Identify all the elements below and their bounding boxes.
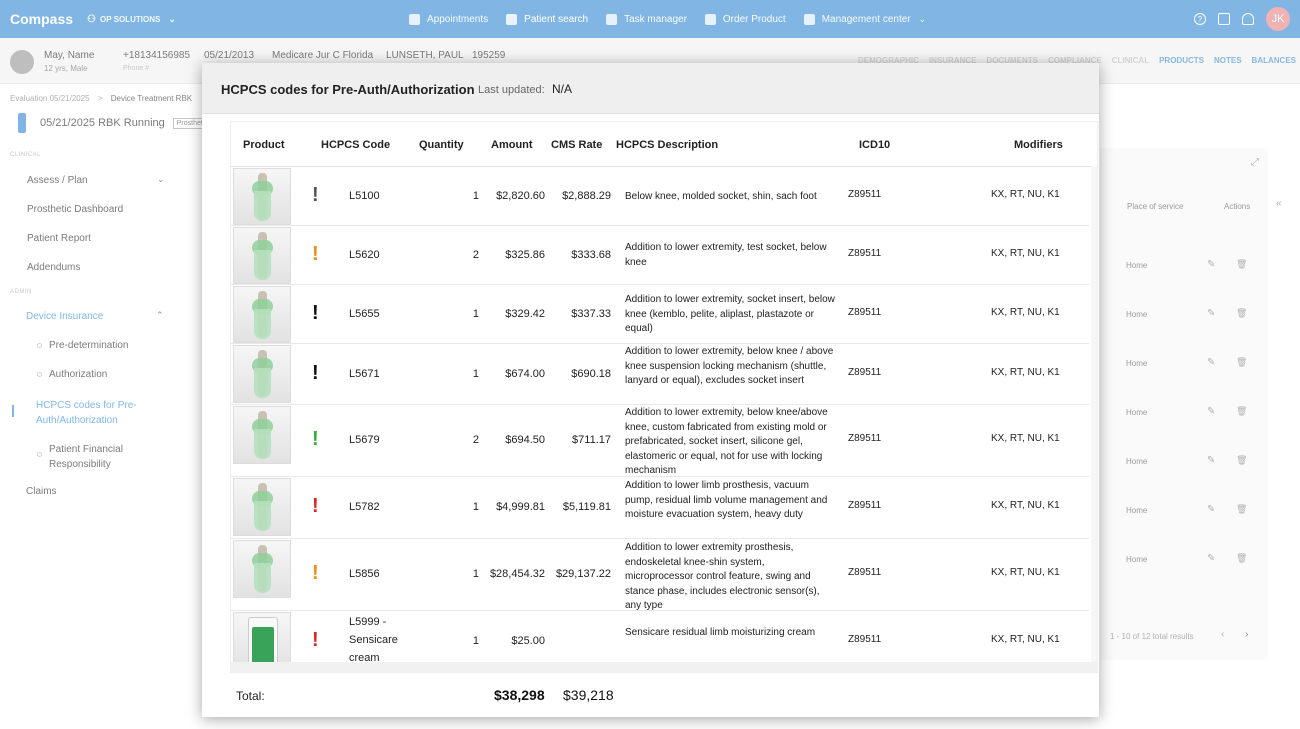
modifiers-cell: KX, RT, NU, K1 [991,634,1060,645]
col-product[interactable]: Product [243,139,285,151]
product-thumbnail[interactable] [233,168,291,225]
priority-flag-icon: ! [312,362,319,384]
amount-cell: $28,454.32 [489,568,545,580]
table-row[interactable]: ! L5782 1 $4,999.81 $5,119.81 Addition to low… [231,477,1089,539]
icd10-cell: Z89511 [848,248,882,259]
description-cell: Sensicare residual limb moisturizing cre… [625,627,816,638]
col-quantity[interactable]: Quantity [419,139,464,151]
description-cell: Addition to lower extremity, socket inse… [625,294,835,334]
quantity-cell: 1 [472,635,479,647]
modifiers-cell: KX, RT, NU, K1 [991,189,1060,200]
col-hcpcs-code[interactable]: HCPCS Code [321,139,390,151]
priority-flag-icon: ! [312,495,319,517]
quantity-cell: 1 [472,308,479,320]
priority-flag-icon: ! [312,302,319,324]
last-updated-value: N/A [552,82,573,96]
cms-rate-cell: $333.68 [571,249,611,261]
quantity-cell: 2 [472,434,479,446]
hcpcs-code-cell: L5100 [349,190,380,202]
priority-flag-icon: ! [312,629,319,651]
modifiers-cell: KX, RT, NU, K1 [991,433,1060,444]
total-cms-rate: $39,218 [563,687,614,703]
vertical-scrollbar[interactable] [1091,166,1097,666]
description-cell: Addition to lower extremity, test socket… [625,242,827,268]
amount-cell: $4,999.81 [496,501,545,513]
description-cell: Below knee, molded socket, shin, sach fo… [625,191,817,202]
table-row[interactable]: ! L5679 2 $694.50 $711.17 Addition to lower e… [231,405,1089,477]
amount-cell: $25.00 [511,635,545,647]
col-cms-rate[interactable]: CMS Rate [551,139,602,151]
priority-flag-icon: ! [312,243,319,265]
icd10-cell: Z89511 [848,307,882,318]
col-hcpcs-description[interactable]: HCPCS Description [616,139,718,151]
quantity-cell: 2 [472,249,479,261]
modifiers-cell: KX, RT, NU, K1 [991,500,1060,511]
priority-flag-icon: ! [312,562,319,584]
modifiers-cell: KX, RT, NU, K1 [991,367,1060,378]
hcpcs-table: Product HCPCS Code Quantity Amount CMS R… [230,121,1098,673]
quantity-cell: 1 [472,368,479,380]
modifiers-cell: KX, RT, NU, K1 [991,567,1060,578]
hcpcs-code-cell: L5671 [349,368,380,380]
icd10-cell: Z89511 [848,433,882,444]
icd10-cell: Z89511 [848,500,882,511]
icd10-cell: Z89511 [848,367,882,378]
modal-header: HCPCS codes for Pre-Auth/Authorization L… [202,63,1099,114]
col-icd10[interactable]: ICD10 [859,139,890,151]
table-row[interactable]: ! L5620 2 $325.86 $333.68 Addition to lower e… [231,226,1089,285]
description-cell: Addition to lower extremity, below knee/… [625,407,828,476]
product-thumbnail[interactable] [233,406,291,464]
product-thumbnail[interactable] [233,478,291,536]
cms-rate-cell: $337.33 [571,308,611,320]
quantity-cell: 1 [472,190,479,202]
icd10-cell: Z89511 [848,189,882,200]
hcpcs-modal: HCPCS codes for Pre-Auth/Authorization L… [202,63,1099,717]
amount-cell: $2,820.60 [496,190,545,202]
amount-cell: $325.86 [505,249,545,261]
cms-rate-cell: $690.18 [571,368,611,380]
priority-flag-icon: ! [312,184,319,206]
amount-cell: $329.42 [505,308,545,320]
last-updated-label: Last updated: [478,84,545,96]
modifiers-cell: KX, RT, NU, K1 [991,307,1060,318]
total-label: Total: [236,689,265,703]
description-cell: Addition to lower extremity prosthesis, … [625,542,820,611]
modal-title: HCPCS codes for Pre-Auth/Authorization [221,82,475,97]
product-thumbnail[interactable] [233,286,291,343]
icd10-cell: Z89511 [848,634,882,645]
cms-rate-cell: $2,888.29 [562,190,611,202]
table-row[interactable]: ! L5100 1 $2,820.60 $2,888.29 Below knee, mol… [231,167,1089,226]
description-cell: Addition to lower extremity, below knee … [625,346,834,386]
hcpcs-code-cell: L5999 - Sensicare cream [349,616,398,664]
product-thumbnail[interactable] [233,540,291,598]
cms-rate-cell: $711.17 [572,434,611,446]
cms-rate-cell: $29,137.22 [555,568,611,580]
total-amount: $38,298 [494,687,545,703]
table-row[interactable]: ! L5655 1 $329.42 $337.33 Addition to lower e… [231,285,1089,344]
quantity-cell: 1 [472,568,479,580]
hcpcs-code-cell: L5782 [349,501,380,513]
col-modifiers[interactable]: Modifiers [1014,139,1063,151]
amount-cell: $674.00 [505,368,545,380]
table-row[interactable]: ! L5671 1 $674.00 $690.18 Addition to lower e… [231,344,1089,405]
product-thumbnail[interactable] [233,227,291,284]
hcpcs-code-cell: L5620 [349,249,380,261]
hcpcs-code-cell: L5856 [349,568,380,580]
description-cell: Addition to lower limb prosthesis, vacuu… [625,480,828,520]
quantity-cell: 1 [472,501,479,513]
col-amount[interactable]: Amount [491,139,533,151]
amount-cell: $694.50 [505,434,545,446]
horizontal-scrollbar[interactable] [231,662,1097,672]
modifiers-cell: KX, RT, NU, K1 [991,248,1060,259]
cms-rate-cell: $5,119.81 [562,501,611,513]
icd10-cell: Z89511 [848,567,882,578]
priority-flag-icon: ! [312,428,319,450]
product-thumbnail[interactable] [233,345,291,403]
hcpcs-code-cell: L5679 [349,434,380,446]
hcpcs-code-cell: L5655 [349,308,380,320]
table-row[interactable]: ! L5856 1 $28,454.32 $29,137.22 Addition to l… [231,539,1089,611]
